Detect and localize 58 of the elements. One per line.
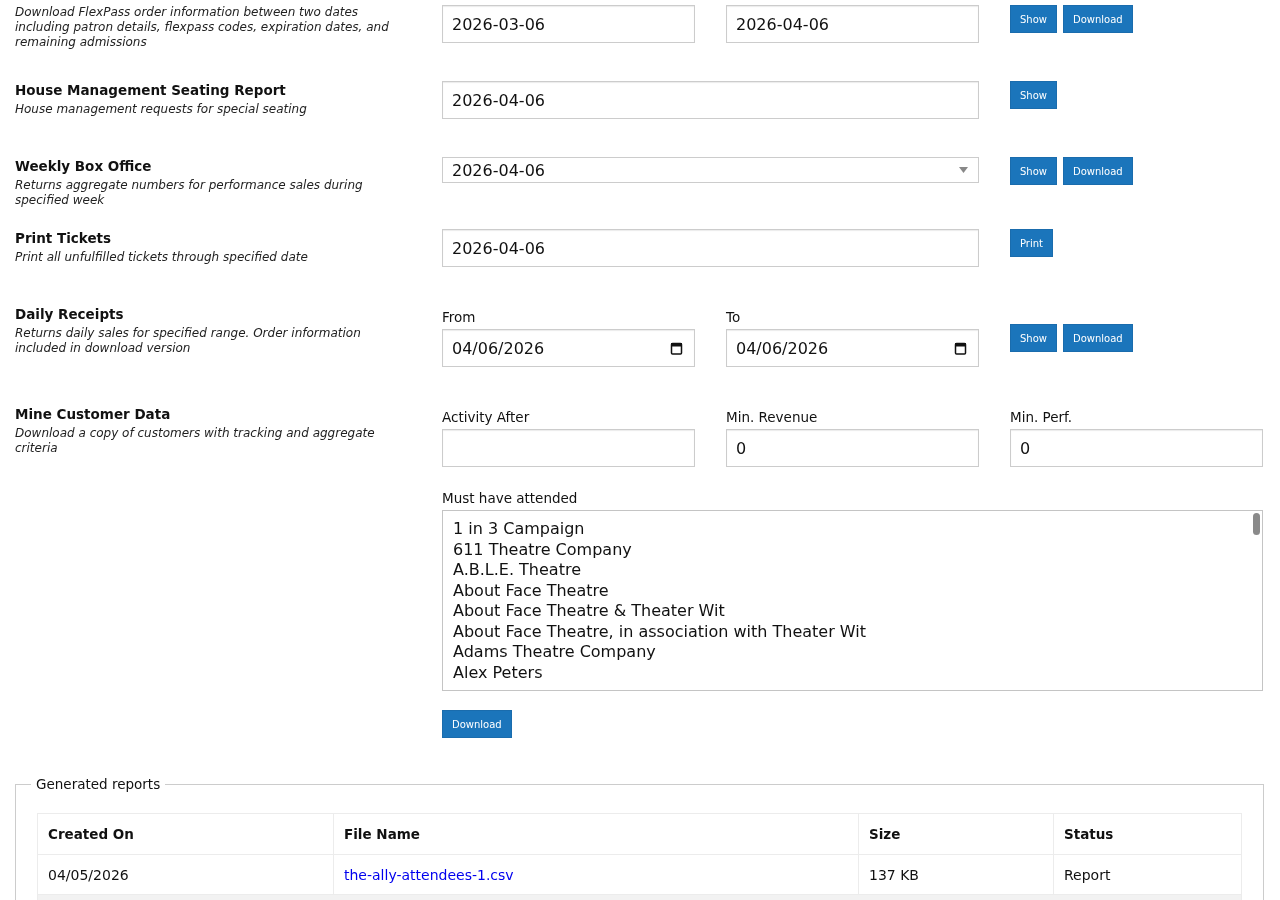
table-cell: 04/05/2026: [37, 854, 334, 895]
action-button[interactable]: Show: [1010, 81, 1057, 109]
field-label: Min. Perf.: [1010, 408, 1074, 426]
action-button[interactable]: Download: [1063, 157, 1133, 185]
action-button[interactable]: Show: [1010, 157, 1057, 185]
table-cell: Report: [1053, 854, 1242, 895]
report-title: Mine Customer Data: [15, 405, 172, 423]
report-title: Weekly Box Office: [15, 157, 153, 175]
column-header: Created On: [37, 813, 334, 855]
input-field[interactable]: 2026-04-06: [442, 81, 979, 119]
column-header: Status: [1053, 813, 1242, 855]
date-field[interactable]: 04/06/2026: [442, 329, 695, 367]
action-button[interactable]: Download: [1063, 5, 1133, 33]
field-label: Must have attended: [442, 489, 579, 507]
report-description: Returns aggregate numbers for performance sales during specified week: [15, 178, 364, 208]
dropdown[interactable]: 2026-04-06: [442, 157, 979, 183]
field-label: Activity After: [442, 408, 531, 426]
input-field[interactable]: [442, 429, 695, 467]
calendar-icon: [954, 341, 967, 355]
input-field[interactable]: 0: [1010, 429, 1263, 467]
input-field[interactable]: 2026-03-06: [442, 5, 695, 43]
scrollbar-thumb[interactable]: [1253, 513, 1260, 535]
list-option[interactable]: About Face Theatre & Theater Wit: [443, 601, 1262, 622]
report-description: Returns daily sales for specified range. Order information included in download version: [15, 326, 362, 356]
input-field[interactable]: 2026-04-06: [442, 229, 979, 267]
report-title: Print Tickets: [15, 229, 113, 247]
action-button[interactable]: Download: [1063, 324, 1133, 352]
list-option[interactable]: About Face Theatre: [443, 580, 1262, 601]
calendar-icon: [670, 341, 683, 355]
input-field[interactable]: 2026-04-06: [726, 5, 979, 43]
caret-icon: [959, 167, 968, 173]
column-header: File Name: [333, 813, 859, 855]
panel-title: Generated reports: [35, 776, 162, 793]
field-label: From: [442, 308, 477, 326]
report-title: House Management Seating Report: [15, 81, 287, 99]
action-button[interactable]: Show: [1010, 324, 1057, 352]
list-option[interactable]: Alex Peters: [443, 662, 1262, 683]
report-description: Download a copy of customers with tracking and aggregate criteria: [15, 426, 376, 456]
action-button[interactable]: Download: [442, 710, 512, 738]
input-field[interactable]: 0: [726, 429, 979, 467]
report-title: Daily Receipts: [15, 305, 125, 323]
list-option[interactable]: A.B.L.E. Theatre: [443, 560, 1262, 581]
list-option[interactable]: 1 in 3 Campaign: [443, 519, 1262, 540]
file-link[interactable]: the-ally-attendees-1.csv: [344, 866, 514, 883]
listbox[interactable]: 1 in 3 Campaign 611 Theatre Company A.B.L.E. Theatre About Face Theatre About Face Theatre & Theater Wit About Face Theatre, in association with Theater Wit Adams Theatre Company Alex Peters: [442, 510, 1263, 691]
column-header: Size: [858, 813, 1054, 855]
list-option[interactable]: 611 Theatre Company: [443, 539, 1262, 560]
list-option[interactable]: Adams Theatre Company: [443, 642, 1262, 663]
action-button[interactable]: Print: [1010, 229, 1053, 257]
action-button[interactable]: Show: [1010, 5, 1057, 33]
field-label: To: [726, 308, 742, 326]
report-description: Download FlexPass order information between two dates including patron details, flexpass codes, expiration dates, and remaining admissions: [15, 5, 390, 50]
table-cell: 137 KB: [858, 854, 1054, 895]
report-description: Print all unfulfilled tickets through specified date: [15, 250, 309, 265]
field-label: Min. Revenue: [726, 408, 819, 426]
report-description: House management requests for special seating: [15, 102, 308, 117]
date-field[interactable]: 04/06/2026: [726, 329, 979, 367]
list-option[interactable]: About Face Theatre, in association with Theater Wit: [443, 621, 1262, 642]
